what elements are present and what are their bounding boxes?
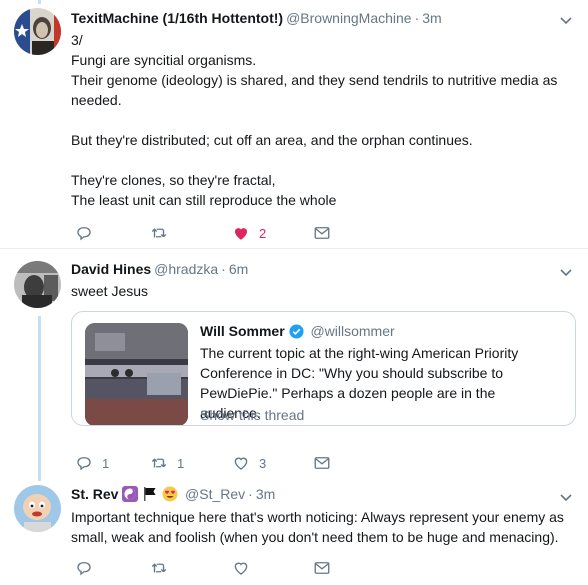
display-name[interactable]: David Hines bbox=[71, 261, 151, 277]
tweet-line: Their genome (ideology) is shared, and t… bbox=[71, 72, 558, 108]
tweet-1[interactable]: TexitMachine (1/16th Hottentot!) @Brownin… bbox=[0, 0, 588, 248]
tweet-line: But they're distributed; cut off an area… bbox=[71, 132, 473, 148]
direct-message-button[interactable] bbox=[313, 224, 331, 242]
chevron-down-icon[interactable] bbox=[558, 264, 574, 280]
chevron-down-icon[interactable] bbox=[558, 489, 574, 505]
separator-dot: · bbox=[221, 261, 226, 277]
heart-icon bbox=[234, 562, 248, 575]
tweet-text: 3/ Fungi are syncitial organisms. Their … bbox=[71, 30, 566, 210]
tweet-text: Important technique here that's worth no… bbox=[71, 507, 566, 547]
retweet-icon bbox=[151, 458, 167, 468]
tweet-line: sweet Jesus bbox=[71, 283, 149, 299]
quoted-tweet-header: Will Sommer @willsommer bbox=[200, 323, 395, 339]
timestamp[interactable]: 3m bbox=[256, 486, 275, 502]
reply-count: 1 bbox=[102, 455, 110, 471]
timestamp[interactable]: 6m bbox=[229, 261, 248, 277]
heart-icon bbox=[234, 457, 248, 470]
reply-icon bbox=[77, 227, 91, 241]
separator-dot: · bbox=[248, 486, 253, 502]
avatar[interactable] bbox=[14, 485, 61, 532]
tweet-line-blank bbox=[71, 150, 566, 170]
user-handle[interactable]: @hradzka bbox=[154, 261, 218, 277]
tweet-header: St. Rev @St_Rev · 3m bbox=[71, 486, 275, 502]
tweet-line: They're clones, so they're fractal, bbox=[71, 172, 276, 188]
direct-message-button[interactable] bbox=[313, 454, 331, 472]
yin-yang-emoji-icon bbox=[122, 486, 139, 502]
black-flag-emoji-icon bbox=[144, 487, 156, 501]
separator-dot: · bbox=[414, 10, 420, 26]
verified-badge-icon bbox=[289, 324, 304, 339]
like-button[interactable] bbox=[232, 559, 259, 577]
retweet-button[interactable] bbox=[150, 224, 177, 242]
retweet-icon bbox=[151, 228, 167, 238]
avatar[interactable] bbox=[14, 261, 61, 308]
tweet-line: The least unit can still reproduce the w… bbox=[71, 192, 337, 208]
retweet-count: 1 bbox=[177, 455, 185, 471]
like-count: 2 bbox=[259, 225, 267, 241]
direct-message-icon bbox=[314, 227, 330, 239]
tweet-line: Fungi are syncitial organisms. bbox=[71, 52, 257, 68]
retweet-button[interactable] bbox=[150, 559, 177, 577]
tweet-actions: 2 bbox=[71, 224, 341, 244]
reply-button[interactable]: 1 bbox=[75, 454, 109, 472]
like-button[interactable]: 3 bbox=[232, 454, 266, 472]
user-handle[interactable]: @St_Rev bbox=[185, 486, 245, 502]
timestamp[interactable]: 3m bbox=[422, 10, 441, 26]
avatar[interactable] bbox=[14, 8, 61, 55]
user-handle[interactable]: @BrowningMachine bbox=[286, 10, 412, 26]
tweet-actions bbox=[71, 559, 341, 579]
like-button[interactable]: 2 bbox=[232, 224, 266, 242]
tweet-3[interactable]: St. Rev @St_Rev · 3m Important technique h… bbox=[0, 477, 588, 585]
tweet-line: Important technique here that's worth no… bbox=[71, 509, 564, 545]
reply-button[interactable] bbox=[75, 559, 102, 577]
quoted-display-name[interactable]: Will Sommer bbox=[200, 323, 285, 339]
display-name[interactable]: St. Rev bbox=[71, 486, 118, 502]
tweet-header: TexitMachine (1/16th Hottentot!) @Brownin… bbox=[71, 10, 442, 26]
like-count: 3 bbox=[259, 455, 267, 471]
reply-button[interactable] bbox=[75, 224, 102, 242]
quoted-user-handle[interactable]: @willsommer bbox=[310, 323, 394, 339]
direct-message-icon bbox=[314, 457, 330, 469]
quoted-tweet[interactable]: Will Sommer @willsommer The current topi… bbox=[71, 311, 576, 426]
tweet-actions: 1 1 3 bbox=[71, 454, 341, 474]
display-name[interactable]: TexitMachine (1/16th Hottentot!) bbox=[71, 10, 283, 26]
quoted-tweet-image[interactable] bbox=[85, 323, 188, 425]
heart-icon bbox=[235, 228, 247, 240]
reply-icon bbox=[77, 562, 91, 576]
direct-message-icon bbox=[314, 562, 330, 574]
tweet-text: sweet Jesus bbox=[71, 281, 566, 301]
tweet-line-blank bbox=[71, 110, 566, 130]
tweet-2[interactable]: David Hines @hradzka · 6m sweet Jesus Will … bbox=[0, 249, 588, 477]
direct-message-button[interactable] bbox=[313, 559, 331, 577]
tweet-line: 3/ bbox=[71, 32, 83, 48]
heart-eyes-emoji-icon bbox=[162, 486, 178, 502]
show-thread-link[interactable]: Show this thread bbox=[200, 407, 304, 423]
reply-icon bbox=[77, 457, 91, 471]
chevron-down-icon[interactable] bbox=[558, 12, 574, 28]
retweet-icon bbox=[151, 563, 167, 573]
tweet-header: David Hines @hradzka · 6m bbox=[71, 261, 248, 277]
retweet-button[interactable]: 1 bbox=[150, 454, 184, 472]
